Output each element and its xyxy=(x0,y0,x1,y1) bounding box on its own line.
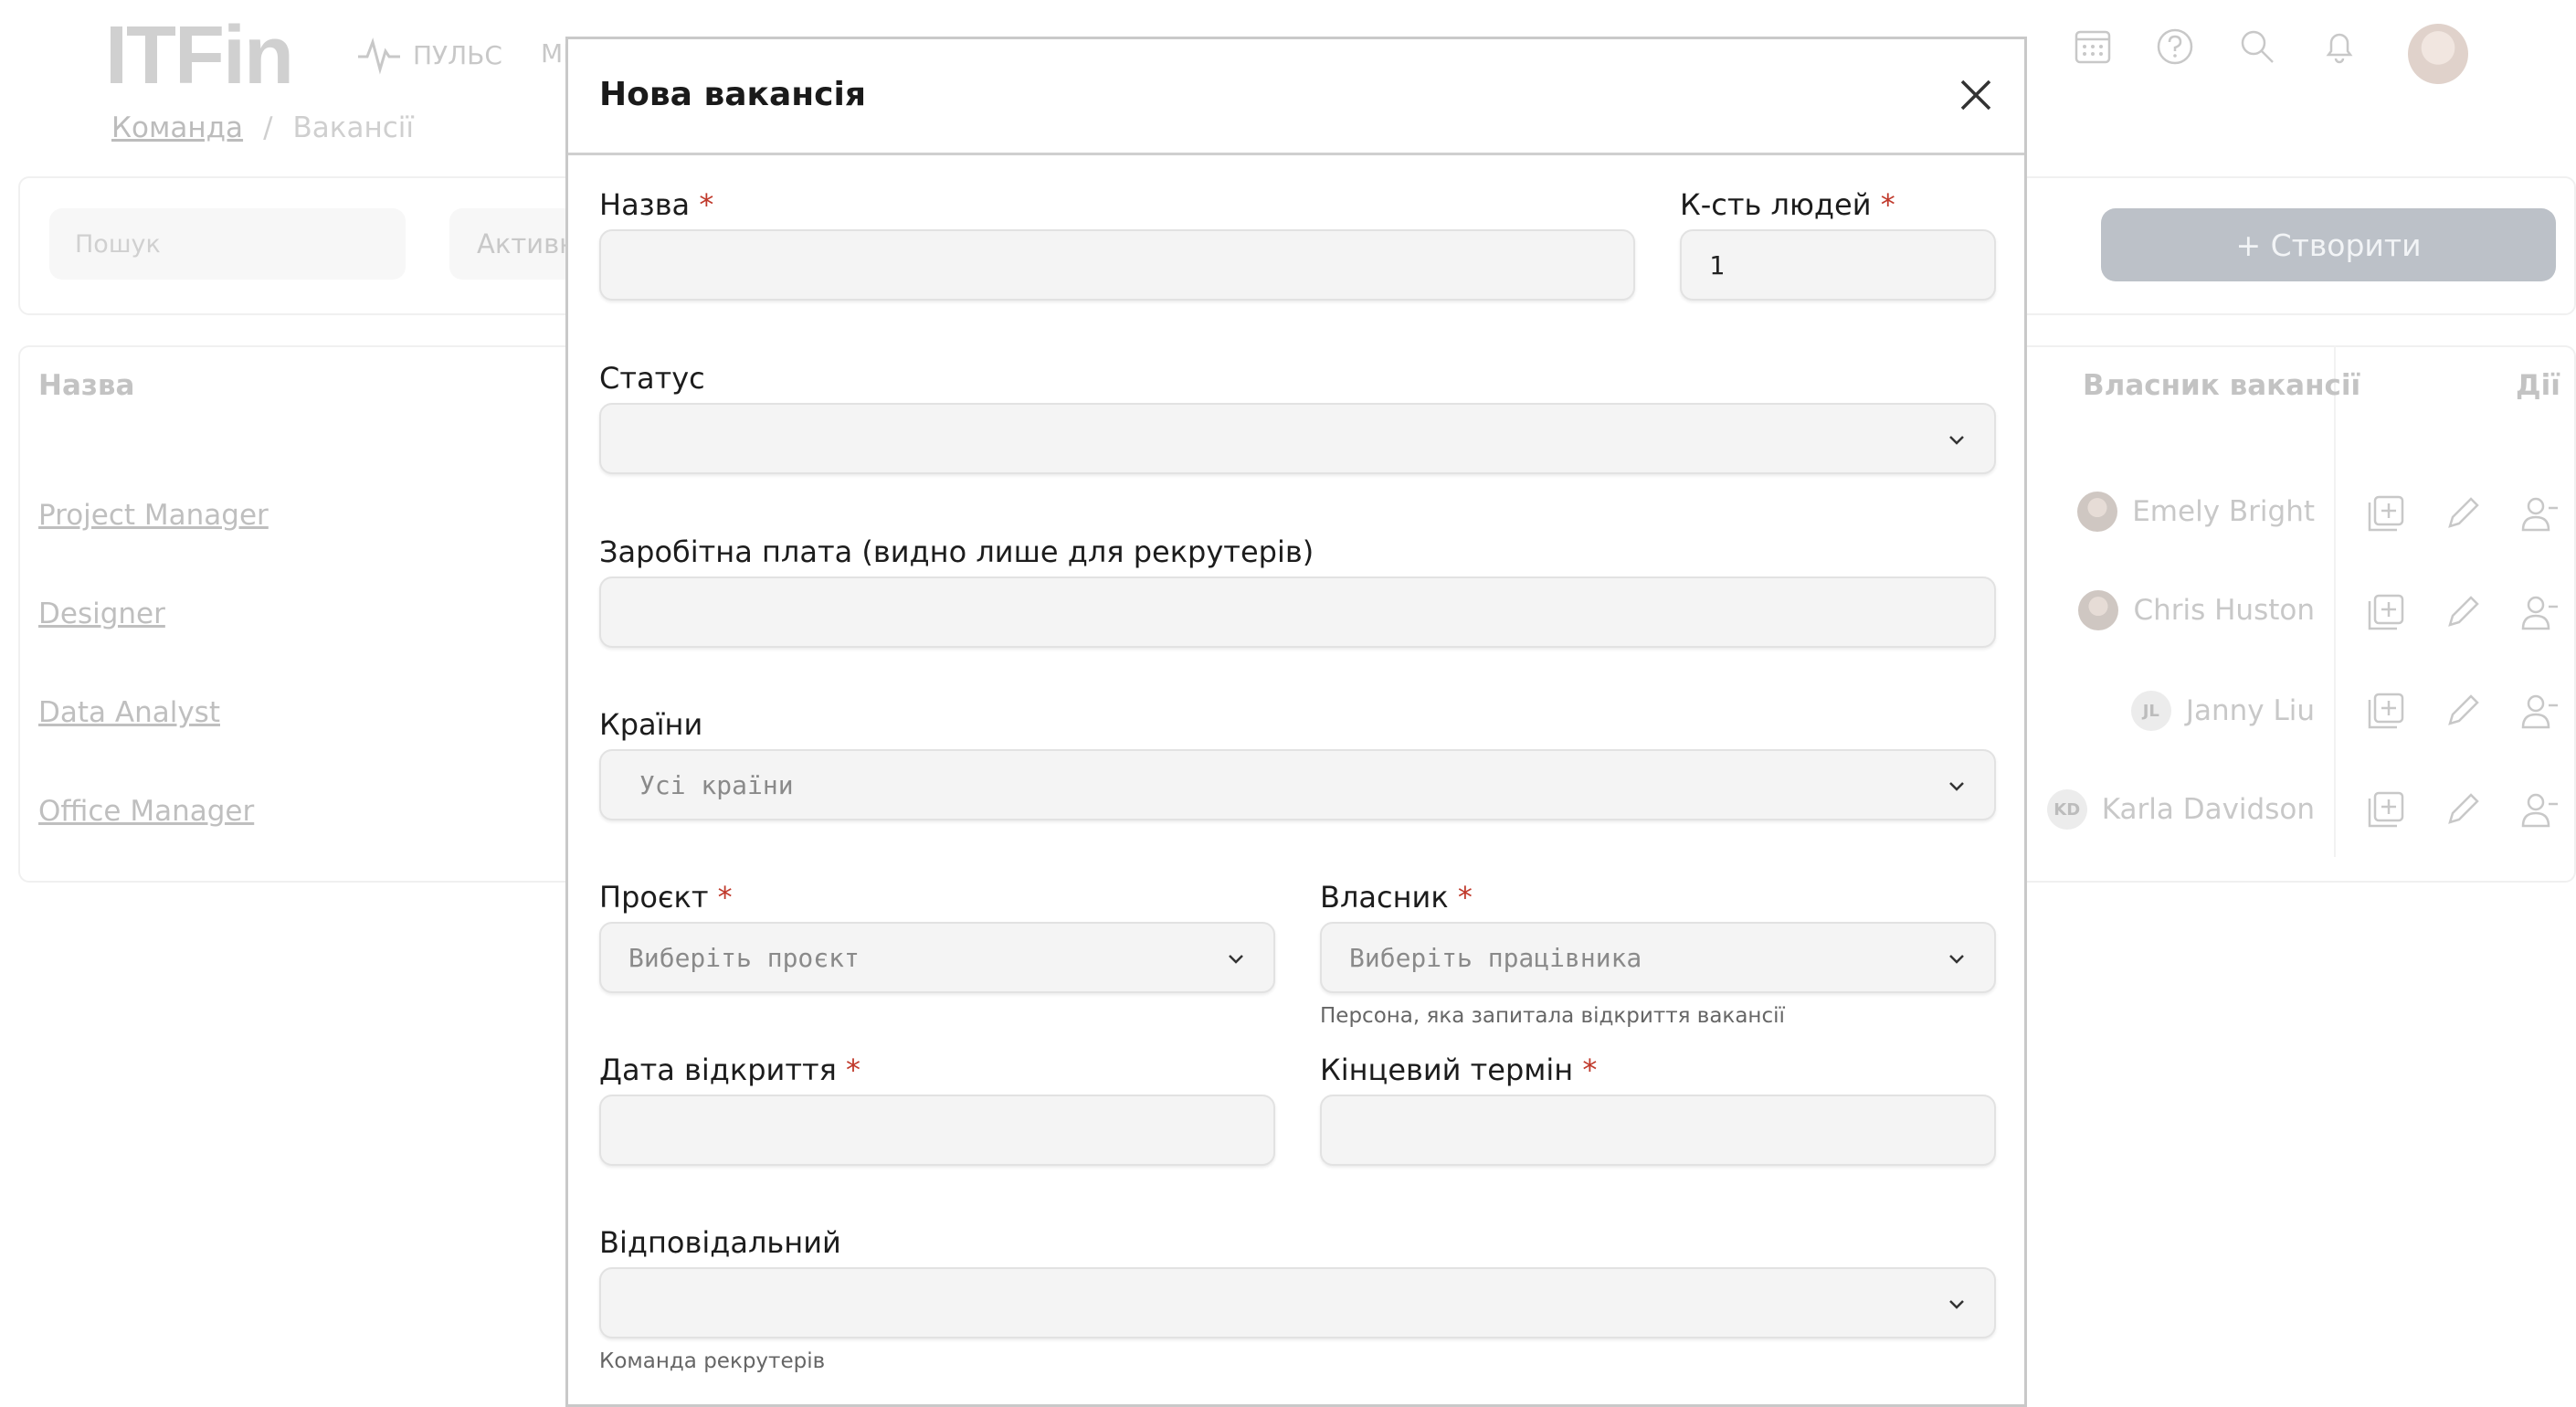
breadcrumb-separator: / xyxy=(263,111,273,144)
deadline-input[interactable] xyxy=(1320,1095,1996,1166)
remove-user-icon[interactable] xyxy=(2519,493,2560,534)
owner-initials-avatar: JL xyxy=(2130,691,2171,731)
add-candidate-icon[interactable] xyxy=(2366,691,2406,731)
pulse-icon xyxy=(358,37,400,75)
owner-name: Janny Liu xyxy=(2185,694,2315,727)
salary-label: Заробітна плата (видно лише для рекрутер… xyxy=(599,534,1314,569)
project-select[interactable]: Виберіть проєкт xyxy=(599,922,1275,993)
remove-user-icon[interactable] xyxy=(2519,592,2560,632)
required-mark: * xyxy=(717,880,733,915)
people-count-input[interactable]: 1 xyxy=(1680,229,1996,301)
owner-cell: JL Janny Liu xyxy=(2130,691,2315,731)
vacancy-link[interactable]: Office Manager xyxy=(38,795,254,828)
chevron-down-icon xyxy=(1949,436,1964,445)
name-label: Назва * xyxy=(599,187,714,222)
row-actions xyxy=(2366,592,2560,632)
add-candidate-icon[interactable] xyxy=(2366,789,2406,830)
owner-avatar xyxy=(2077,492,2118,532)
name-input[interactable] xyxy=(599,229,1635,301)
owner-placeholder: Виберіть працівника xyxy=(1349,942,1642,973)
column-header-name[interactable]: Назва xyxy=(38,369,134,402)
chevron-down-icon xyxy=(1949,782,1964,791)
owner-avatar xyxy=(2078,590,2119,630)
column-header-owner[interactable]: Власник вакансії xyxy=(2083,369,2360,402)
chevron-down-icon xyxy=(1229,955,1243,964)
edit-icon[interactable] xyxy=(2443,493,2483,534)
help-icon[interactable] xyxy=(2156,27,2194,66)
required-mark: * xyxy=(1457,880,1473,915)
owner-select[interactable]: Виберіть працівника xyxy=(1320,922,1996,993)
add-candidate-icon[interactable] xyxy=(2366,493,2406,534)
responsible-label: Відповідальний xyxy=(599,1225,841,1260)
owner-initials-avatar: KD xyxy=(2046,789,2087,830)
create-button[interactable]: + Створити xyxy=(2101,208,2556,281)
vacancy-link[interactable]: Project Manager xyxy=(38,499,269,532)
project-label: Проєкт * xyxy=(599,880,733,915)
row-actions xyxy=(2366,493,2560,534)
breadcrumb-current: Вакансії xyxy=(292,111,415,144)
open-date-input[interactable] xyxy=(599,1095,1275,1166)
breadcrumb-team-link[interactable]: Команда xyxy=(111,111,243,144)
search-input[interactable]: Пошук xyxy=(49,208,406,280)
close-icon[interactable] xyxy=(1955,74,1997,116)
owner-cell: KD Karla Davidson xyxy=(2046,789,2315,830)
app-logo[interactable]: ITFin xyxy=(105,9,294,103)
edit-icon[interactable] xyxy=(2443,789,2483,830)
user-avatar[interactable] xyxy=(2408,24,2468,84)
chevron-down-icon xyxy=(1949,955,1964,964)
vacancy-link[interactable]: Data Analyst xyxy=(38,696,220,729)
status-label: Статус xyxy=(599,361,705,396)
nav-item-pulse-label: ПУЛЬС xyxy=(413,39,502,70)
search-icon[interactable] xyxy=(2238,27,2276,66)
row-actions xyxy=(2366,691,2560,731)
open-date-label: Дата відкриття * xyxy=(599,1053,861,1087)
vacancy-link[interactable]: Designer xyxy=(38,598,165,630)
owner-label: Власник * xyxy=(1320,880,1473,915)
top-icon-bar xyxy=(2074,27,2359,66)
owner-name: Chris Huston xyxy=(2133,594,2315,627)
column-header-actions: Дії xyxy=(2516,369,2560,402)
responsible-hint: Команда рекрутерів xyxy=(599,1349,826,1373)
owner-cell: Emely Bright xyxy=(2077,492,2315,532)
edit-icon[interactable] xyxy=(2443,691,2483,731)
row-actions xyxy=(2366,789,2560,830)
nav-item-pulse[interactable]: ПУЛЬС xyxy=(356,35,502,75)
deadline-label: Кінцевий термін * xyxy=(1320,1053,1598,1087)
chevron-down-icon xyxy=(1949,1300,1964,1309)
column-divider xyxy=(2334,345,2336,857)
responsible-select[interactable] xyxy=(599,1267,1996,1338)
edit-icon[interactable] xyxy=(2443,592,2483,632)
bell-icon[interactable] xyxy=(2320,27,2359,66)
dialog-title: Нова вакансія xyxy=(599,76,866,113)
required-mark: * xyxy=(1582,1053,1598,1087)
countries-placeholder: Усі країни xyxy=(639,769,794,800)
required-mark: * xyxy=(846,1053,861,1087)
add-candidate-icon[interactable] xyxy=(2366,592,2406,632)
new-vacancy-dialog: Нова вакансія Назва * К-сть людей * 1 Ст… xyxy=(565,37,2027,1407)
remove-user-icon[interactable] xyxy=(2519,691,2560,731)
remove-user-icon[interactable] xyxy=(2519,789,2560,830)
required-mark: * xyxy=(699,187,714,222)
people-count-label: К-сть людей * xyxy=(1680,187,1895,222)
countries-select[interactable]: Усі країни xyxy=(599,749,1996,820)
status-select[interactable] xyxy=(599,403,1996,474)
owner-hint: Персона, яка запитала відкриття вакансії xyxy=(1320,1004,1785,1028)
owner-name: Karla Davidson xyxy=(2101,793,2315,826)
calendar-icon[interactable] xyxy=(2074,27,2112,66)
project-placeholder: Виберіть проєкт xyxy=(628,942,860,973)
dialog-header: Нова вакансія xyxy=(568,39,2024,155)
countries-label: Країни xyxy=(599,707,703,742)
breadcrumb: Команда / Вакансії xyxy=(111,111,414,144)
owner-cell: Chris Huston xyxy=(2078,590,2315,630)
required-mark: * xyxy=(1880,187,1895,222)
salary-input[interactable] xyxy=(599,577,1996,648)
owner-name: Emely Bright xyxy=(2132,495,2315,528)
